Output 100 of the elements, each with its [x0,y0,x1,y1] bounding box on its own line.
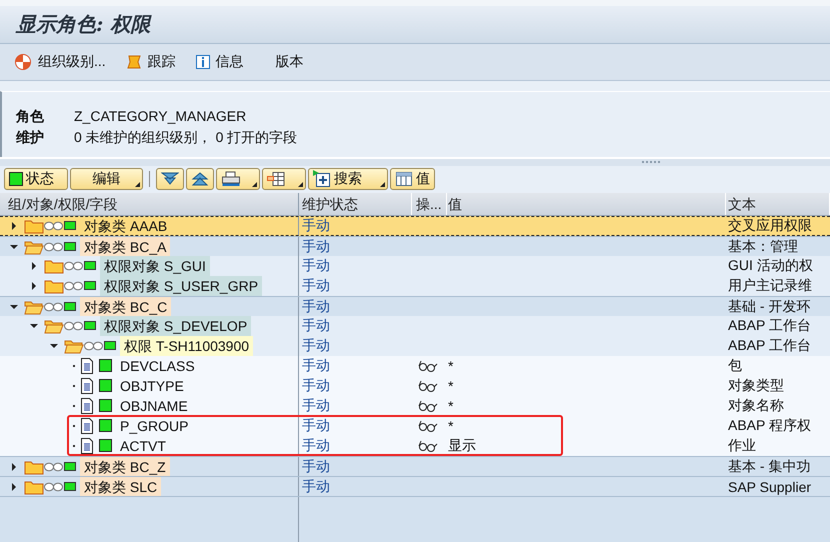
toolbar-button[interactable] [186,168,214,190]
description-text: ABAP 工作台 [728,317,811,335]
node-label: OBJNAME [119,397,189,416]
description-text: 交叉应用权限 [728,217,812,235]
tree-row[interactable]: 对象类 BC_C 手动 基础 - 开发环 [0,296,830,316]
toolbar-button[interactable]: 编辑 [70,168,143,190]
tree-row[interactable]: 权限对象 S_GUI 手动 GUI 活动的权 [0,256,830,276]
node-label: 权限对象 S_DEVELOP [100,316,252,336]
description-text: 对象类型 [728,377,784,395]
tree-row[interactable]: 对象类 BC_A 手动 基本：管理 [0,236,830,256]
tree-row[interactable]: DEVCLASS 手动 * 包 [0,356,830,376]
toolbar-button[interactable] [216,168,260,190]
node-label: 对象类 BC_A [80,237,170,256]
glasses-icon[interactable] [417,439,439,453]
grid-icon [267,171,285,187]
toolbar-button[interactable]: 搜索 [308,168,388,190]
field-value: * [448,358,454,374]
table-icon [395,171,413,187]
column-header[interactable]: 组/对象/权限/字段 [0,193,299,215]
toolbar-button[interactable] [156,168,184,190]
info-icon [196,55,210,69]
node-label: ACTVT [119,437,167,456]
status-icon [98,418,114,434]
info-value: 0 未维护的组织级别， 0 打开的字段 [74,129,298,147]
node-label: DEVCLASS [119,357,196,376]
tree-row[interactable]: OBJTYPE 手动 * 对象类型 [0,376,830,396]
toolbar-button[interactable]: 状态 [4,168,68,190]
status-icon [98,378,114,394]
field-value: 显示 [448,437,476,455]
menu-button[interactable]: 版本 [260,51,308,73]
description-text: 用户主记录维 [728,277,812,295]
maintenance-status: 手动 [302,217,330,235]
traffic-light-icon [64,321,98,331]
tree-row[interactable]: 权限对象 S_USER_GRP 手动 用户主记录维 [0,276,830,296]
traffic-light-icon [44,242,78,252]
glasses-icon[interactable] [417,359,439,373]
add-icon [313,170,331,188]
tree-row[interactable]: 对象类 BC_Z 手动 基本 - 集中功 [0,456,830,476]
field-value: * [448,418,454,434]
maintenance-status: 手动 [302,397,330,415]
tree-row[interactable]: 对象类 SLC 手动 SAP Supplier [0,476,830,496]
glasses-icon[interactable] [417,419,439,433]
column-header[interactable]: 操... [412,193,447,215]
tree-row[interactable]: ACTVT 手动 显示 作业 [0,436,830,456]
document-icon [80,438,94,454]
document-icon [80,418,94,434]
document-icon [80,358,94,374]
traffic-light-icon [84,341,118,351]
description-text: 包 [728,357,742,375]
traffic-light-icon [44,302,78,312]
toolbar-button[interactable]: 值 [390,168,435,190]
info-label: 维护 [16,129,45,147]
tree-row[interactable]: 权限 T-SH11003900 手动 ABAP 工作台 [0,336,830,356]
window-title: 显示角色: 权限 [16,11,150,38]
field-value: * [448,378,454,394]
node-label: 对象类 SLC [80,477,162,496]
status-icon [98,358,114,374]
status-icon [9,172,23,186]
status-icon [98,398,114,414]
menu-button[interactable]: 信息 [192,51,248,73]
traffic-light-icon [64,261,98,271]
description-text: 基本 - 集中功 [728,458,810,476]
node-label: 权限对象 S_USER_GRP [100,276,262,296]
tree-row[interactable]: 对象类 AAAB 手动 交叉应用权限 [0,216,830,236]
tree-row[interactable]: P_GROUP 手动 * ABAP 程序权 [0,416,830,436]
maintenance-status: 手动 [302,238,330,256]
traffic-light-icon [44,482,78,492]
glasses-icon[interactable] [417,399,439,413]
field-value: * [448,398,454,414]
column-header[interactable]: 维护状态 [299,193,412,215]
maintenance-status: 手动 [302,437,330,455]
menu-button[interactable]: 跟踪 [122,51,180,73]
glasses-icon[interactable] [417,379,439,393]
description-text: ABAP 工作台 [728,337,811,355]
maintenance-status: 手动 [302,337,330,355]
description-text: 基础 - 开发环 [728,298,810,316]
node-label: P_GROUP [119,417,190,436]
maintenance-status: 手动 [302,458,330,476]
node-label: OBJTYPE [119,377,185,396]
maintenance-status: 手动 [302,417,330,435]
toolbar-button[interactable] [262,168,306,190]
document-icon [80,378,94,394]
description-text: GUI 活动的权 [728,257,813,275]
traffic-light-icon [44,221,78,231]
maintenance-status: 手动 [302,478,330,496]
tree-row[interactable]: 权限对象 S_DEVELOP 手动 ABAP 工作台 [0,316,830,336]
node-label: 权限 T-SH11003900 [120,336,254,356]
node-label: 对象类 BC_Z [80,457,170,476]
maintenance-status: 手动 [302,377,330,395]
maintenance-status: 手动 [302,257,330,275]
description-text: 基本：管理 [728,238,798,256]
column-header[interactable]: 文本 [726,193,830,215]
tree-row[interactable]: OBJNAME 手动 * 对象名称 [0,396,830,416]
collapse-icon [191,171,209,187]
document-icon [80,398,94,414]
description-text: 作业 [728,437,756,455]
splitter-handle[interactable] [642,161,660,166]
node-label: 权限对象 S_GUI [100,256,210,276]
menu-button[interactable]: 组织级别... [10,51,110,73]
column-header[interactable]: 值 [447,193,726,215]
